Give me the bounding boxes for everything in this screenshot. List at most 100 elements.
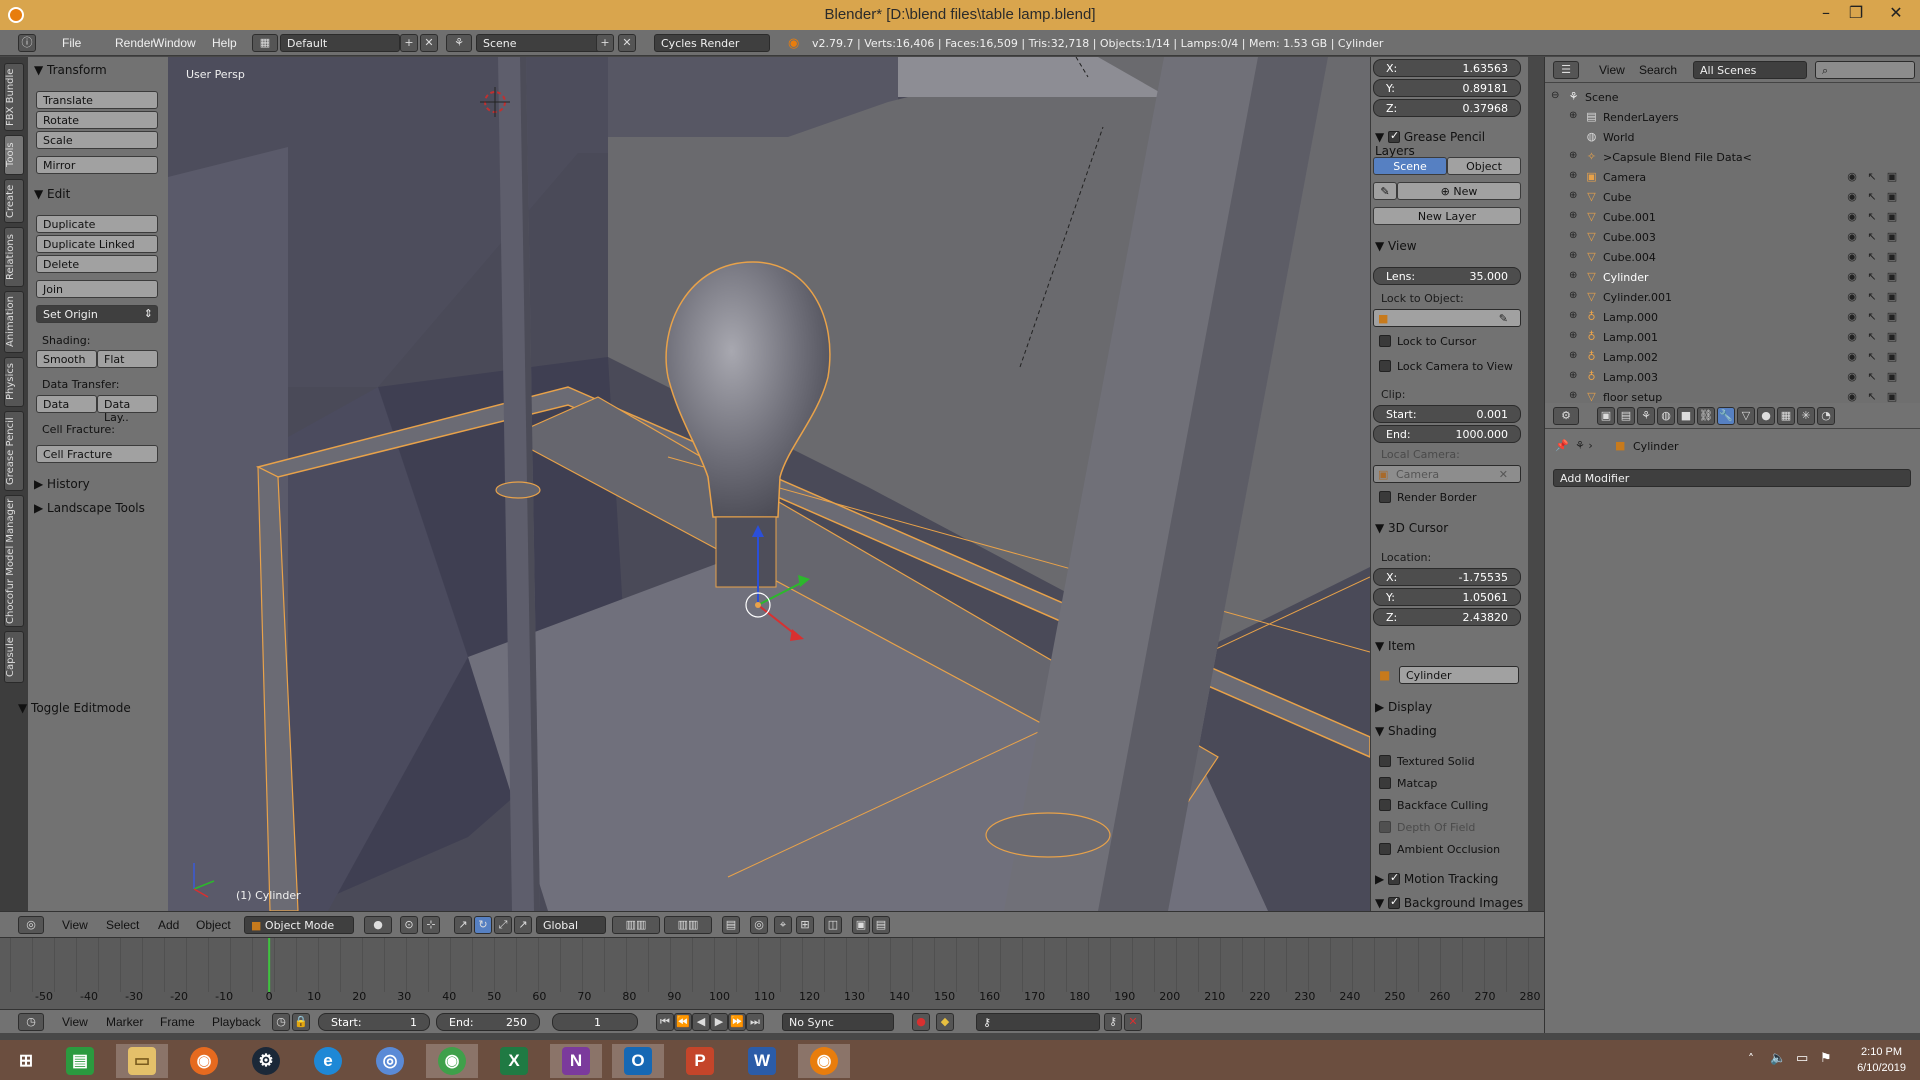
manipulator-extra-icon[interactable]: ↗ <box>514 916 532 934</box>
outliner-item[interactable]: ⊕ ♁ Lamp.000 ◉ ↖ ▣ <box>1545 307 1920 327</box>
visibility-eye-icon[interactable]: ◉ <box>1845 290 1859 304</box>
render-camera-icon[interactable]: ▣ <box>1885 270 1899 284</box>
transform-orientation-dropdown[interactable]: Global <box>536 916 606 934</box>
expand-toggle-icon[interactable]: ⊕ <box>1569 310 1577 321</box>
word-app[interactable]: W <box>736 1044 788 1078</box>
item-name-field[interactable]: Cylinder <box>1399 666 1519 684</box>
layers-group-b[interactable]: ▥▥ <box>664 916 712 934</box>
volume-icon[interactable]: 🔈 <box>1770 1051 1786 1066</box>
tab-relations[interactable]: Relations <box>4 227 24 287</box>
gp-object-button[interactable]: Object <box>1447 157 1521 175</box>
outliner-item[interactable]: ⊕ ▽ floor setup ◉ ↖ ▣ <box>1545 387 1920 403</box>
render-camera-icon[interactable]: ▣ <box>1885 230 1899 244</box>
play-reverse-icon[interactable]: ◀ <box>692 1013 710 1031</box>
view-panel-header[interactable]: ▼ View <box>1375 239 1417 253</box>
keying-set-icon[interactable]: ◆ <box>936 1013 954 1031</box>
screen-layout-dropdown[interactable]: Default <box>280 34 400 52</box>
motion-tracking-panel-header[interactable]: ▶ Motion Tracking <box>1375 871 1498 886</box>
store-app[interactable]: ▤ <box>54 1044 106 1078</box>
outliner-search-field[interactable]: ⌕ <box>1815 61 1915 79</box>
selectable-cursor-icon[interactable]: ↖ <box>1865 210 1879 224</box>
sync-mode-dropdown[interactable]: No Sync <box>782 1013 894 1031</box>
render-camera-icon[interactable]: ▣ <box>1885 350 1899 364</box>
landscape-tools-panel-header[interactable]: ▶ Landscape Tools <box>34 501 145 515</box>
scene-selector-icon[interactable]: ⚘ <box>446 34 472 52</box>
duplicate-linked-button[interactable]: Duplicate Linked <box>36 235 158 253</box>
timeline-menu-frame[interactable]: Frame <box>160 1015 195 1029</box>
mode-dropdown[interactable]: ■ Object Mode <box>244 916 354 934</box>
physics-context-icon[interactable]: ◔ <box>1817 407 1835 425</box>
maximize-button[interactable]: ❐ <box>1834 2 1878 26</box>
history-panel-header[interactable]: ▶ History <box>34 477 90 491</box>
local-camera-field[interactable]: ▣ Camera ✕ <box>1373 465 1521 483</box>
expand-toggle-icon[interactable]: ⊕ <box>1569 370 1577 381</box>
rotate-button[interactable]: Rotate <box>36 111 158 129</box>
render-layers-context-icon[interactable]: ▤ <box>1617 407 1635 425</box>
chrome-app[interactable]: ◉ <box>426 1044 478 1078</box>
properties-editor-type-icon[interactable]: ⚙ <box>1553 407 1579 425</box>
grease-pencil-panel-header[interactable]: ▼ Grease Pencil Layers <box>1375 129 1528 158</box>
expand-toggle-icon[interactable]: ⊕ <box>1569 110 1577 121</box>
world-context-icon[interactable]: ◍ <box>1657 407 1675 425</box>
shading-panel-header[interactable]: ▼ Shading <box>1375 724 1437 738</box>
background-images-panel-header[interactable]: ▼ Background Images <box>1375 895 1523 910</box>
visibility-eye-icon[interactable]: ◉ <box>1845 330 1859 344</box>
outliner-item[interactable]: ⊕ ♁ Lamp.001 ◉ ↖ ▣ <box>1545 327 1920 347</box>
menu-window[interactable]: Window <box>153 36 196 50</box>
expand-toggle-icon[interactable]: ⊕ <box>1569 210 1577 221</box>
scale-manipulator-icon[interactable]: ⤢ <box>494 916 512 934</box>
selectable-cursor-icon[interactable]: ↖ <box>1865 170 1879 184</box>
selectable-cursor-icon[interactable]: ↖ <box>1865 250 1879 264</box>
visibility-eye-icon[interactable]: ◉ <box>1845 390 1859 403</box>
data-context-icon[interactable]: ▽ <box>1737 407 1755 425</box>
menu-help[interactable]: Help <box>212 36 237 50</box>
render-engine-dropdown[interactable]: Cycles Render <box>654 34 770 52</box>
selectable-cursor-icon[interactable]: ↖ <box>1865 270 1879 284</box>
scene-dropdown[interactable]: Scene <box>476 34 604 52</box>
outliner-item[interactable]: ⊕ ▽ Cylinder.001 ◉ ↖ ▣ <box>1545 287 1920 307</box>
outliner-item[interactable]: ◍ World <box>1545 127 1920 147</box>
smooth-shading-button[interactable]: Smooth <box>36 350 97 368</box>
render-context-icon[interactable]: ▣ <box>1597 407 1615 425</box>
pivot-point-icon[interactable]: ⊙ <box>400 916 418 934</box>
tab-create[interactable]: Create <box>4 179 24 223</box>
translate-manipulator-icon[interactable]: ↗ <box>454 916 472 934</box>
background-images-checkbox[interactable] <box>1388 895 1401 909</box>
tab-animation[interactable]: Animation <box>4 291 24 353</box>
expand-toggle-icon[interactable]: ⊕ <box>1569 350 1577 361</box>
render-animation-icon[interactable]: ▣ <box>852 916 870 934</box>
tab-chocofur-model-manager[interactable]: Chocofur Model Manager <box>4 495 24 627</box>
chromium-app[interactable]: ◎ <box>364 1044 416 1078</box>
render-camera-icon[interactable]: ▣ <box>1885 330 1899 344</box>
set-origin-dropdown[interactable]: Set Origin ⇕ <box>36 305 158 323</box>
clip-end-field[interactable]: End: 1000.000 <box>1373 425 1521 443</box>
data-transfer-button[interactable]: Data <box>36 395 97 413</box>
expand-toggle-icon[interactable]: ⊕ <box>1569 170 1577 181</box>
expand-toggle-icon[interactable]: ⊖ <box>1551 90 1559 101</box>
tab-physics[interactable]: Physics <box>4 357 24 407</box>
outliner-item[interactable]: ⊕ ♁ Lamp.003 ◉ ↖ ▣ <box>1545 367 1920 387</box>
pin-icon[interactable]: 📌 <box>1555 439 1569 452</box>
network-icon[interactable]: ▭ <box>1796 1051 1808 1066</box>
selectable-cursor-icon[interactable]: ↖ <box>1865 290 1879 304</box>
motion-tracking-checkbox[interactable] <box>1388 871 1401 885</box>
translate-button[interactable]: Translate <box>36 91 158 109</box>
selectable-cursor-icon[interactable]: ↖ <box>1865 350 1879 364</box>
expand-toggle-icon[interactable]: ⊕ <box>1569 270 1577 281</box>
gp-new-layer-button[interactable]: New Layer <box>1373 207 1521 225</box>
outliner-item[interactable]: ⊕ ✧ >Capsule Blend File Data< <box>1545 147 1920 167</box>
add-layout-icon[interactable]: + <box>400 34 418 52</box>
location-z-field[interactable]: Z: 0.37968 <box>1373 99 1521 117</box>
render-camera-icon[interactable]: ▣ <box>1885 370 1899 384</box>
onenote-app[interactable]: N <box>550 1044 602 1078</box>
record-icon[interactable]: ● <box>912 1013 930 1031</box>
excel-app[interactable]: X <box>488 1044 540 1078</box>
modifiers-context-icon[interactable]: 🔧 <box>1717 407 1735 425</box>
proportional-edit-icon[interactable]: ◎ <box>750 916 768 934</box>
editor-type-info-icon[interactable]: ⓘ <box>18 34 36 52</box>
mirror-button[interactable]: Mirror <box>36 156 158 174</box>
tab-capsule[interactable]: Capsule <box>4 631 24 683</box>
location-y-field[interactable]: Y: 0.89181 <box>1373 79 1521 97</box>
outliner-item[interactable]: ⊕ ▣ Camera ◉ ↖ ▣ <box>1545 167 1920 187</box>
ambient-occlusion-checkbox[interactable] <box>1379 843 1391 855</box>
